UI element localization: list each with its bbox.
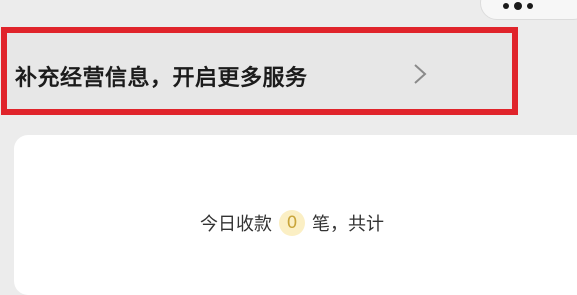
chevron-right-icon — [414, 64, 427, 84]
summary-prefix: 今日收款 — [200, 214, 272, 235]
complete-business-info-banner[interactable]: 补充经营信息，开启更多服务 — [1, 27, 518, 115]
summary-suffix: 笔，共计 — [312, 214, 384, 235]
banner-text: 补充经营信息，开启更多服务 — [15, 66, 308, 91]
more-menu-capsule[interactable] — [480, 0, 577, 20]
payment-count-badge: 0 — [279, 210, 305, 236]
today-payment-summary: 今日收款 0 笔，共计 — [200, 208, 384, 238]
three-dots-icon — [503, 2, 533, 10]
